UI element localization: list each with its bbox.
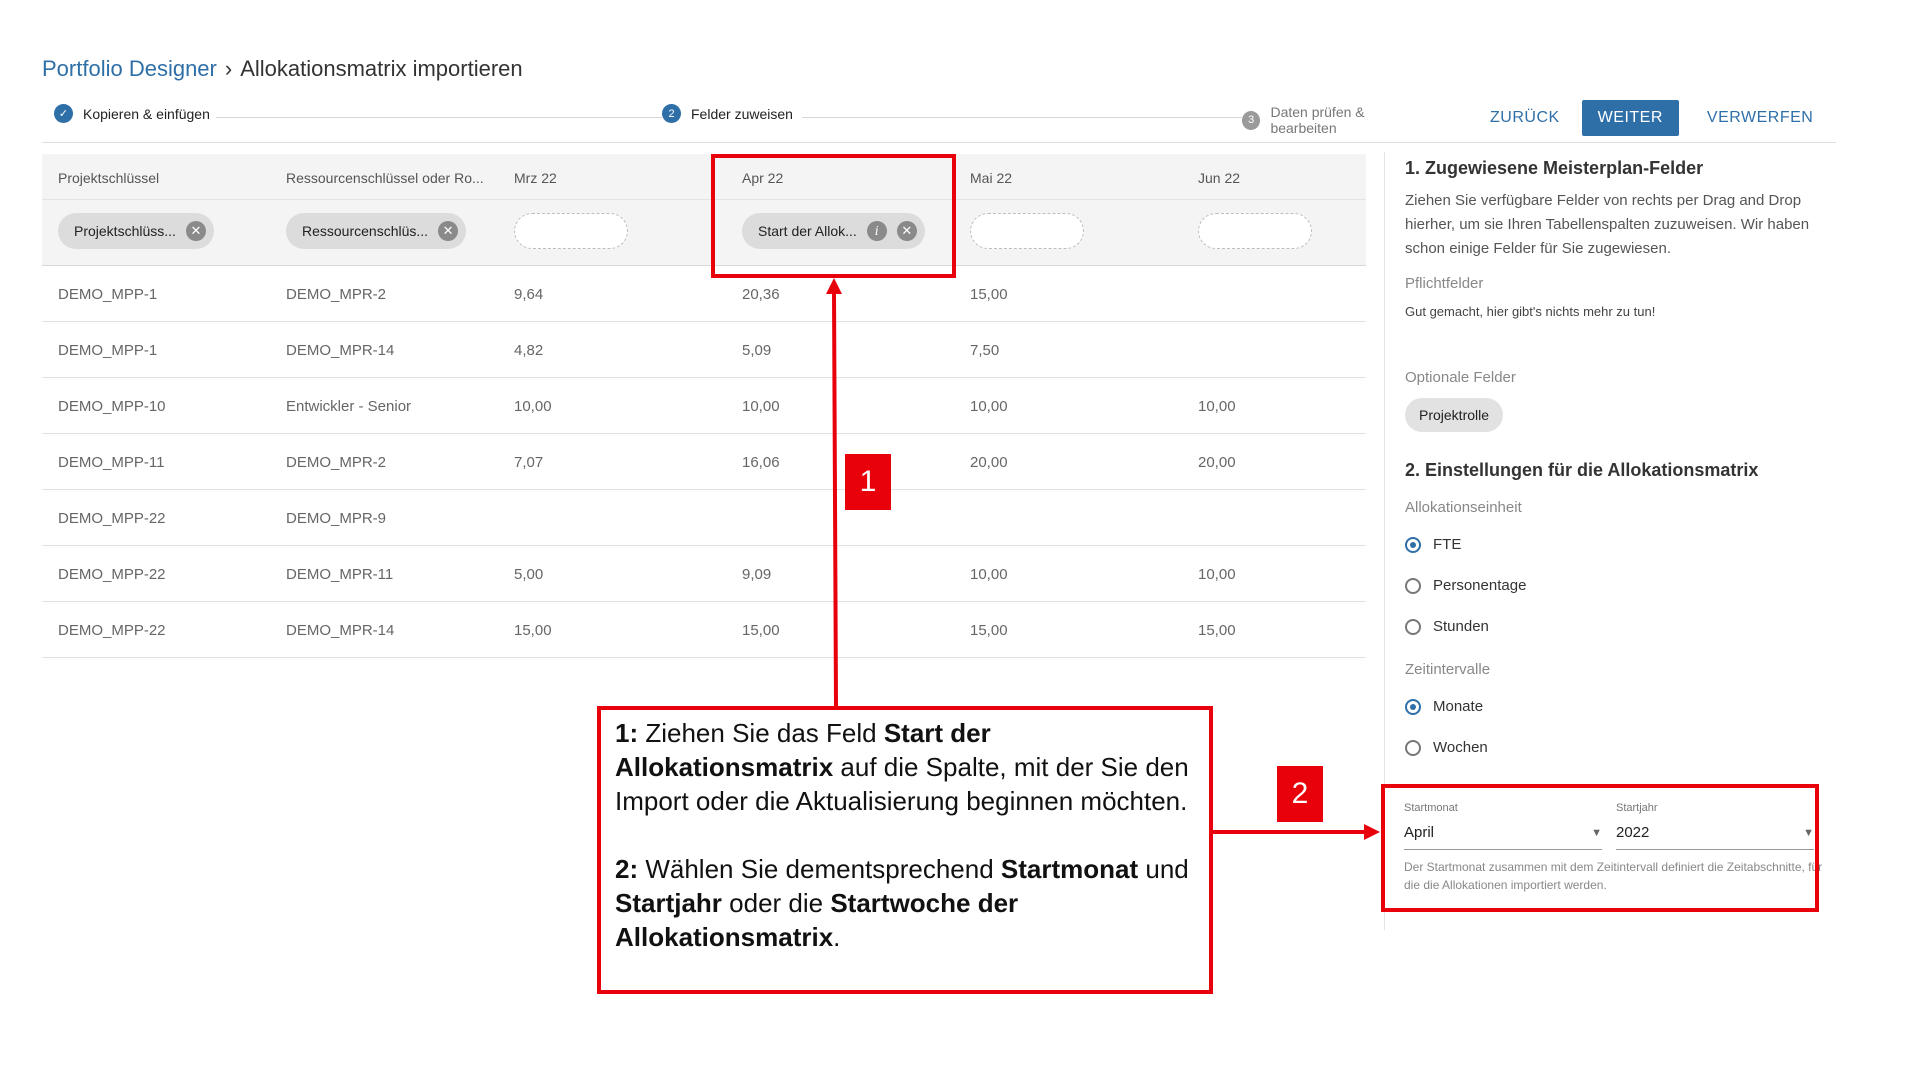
- annotation-badge-1: 1: [845, 454, 891, 510]
- callout-text: Wählen Sie dementsprechend: [638, 854, 1001, 884]
- callout-bold: Startjahr: [615, 888, 722, 918]
- callout-bold: Startmonat: [1000, 854, 1139, 884]
- callout-step-1: 1: Ziehen Sie das Feld Start der Allokat…: [615, 716, 1195, 818]
- arrowhead-2: [1364, 824, 1380, 840]
- callout-step-number: 1:: [615, 718, 639, 748]
- annotation-badge-2: 2: [1277, 766, 1323, 822]
- callout-text: und: [1138, 854, 1189, 884]
- annotation-callout: 1: Ziehen Sie das Feld Start der Allokat…: [597, 706, 1213, 994]
- callout-step-2: 2: Wählen Sie dementsprechend Startmonat…: [615, 852, 1195, 954]
- arrowhead-1: [826, 278, 842, 294]
- callout-text: oder die: [721, 888, 831, 918]
- callout-text: .: [833, 922, 841, 952]
- callout-text: Ziehen Sie das Feld: [638, 718, 884, 748]
- arrow-line-1: [832, 291, 838, 707]
- callout-step-number: 2:: [615, 854, 639, 884]
